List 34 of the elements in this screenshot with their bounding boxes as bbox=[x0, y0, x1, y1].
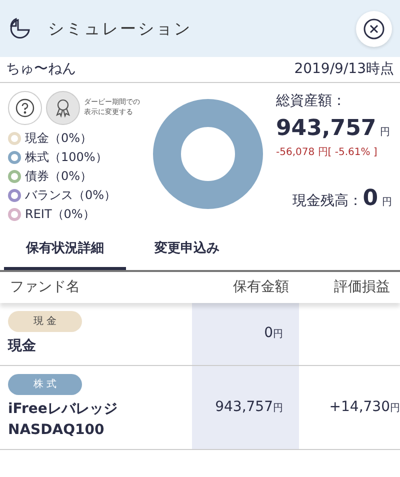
close-icon bbox=[363, 18, 385, 40]
column-header: 評価損益 bbox=[333, 278, 391, 296]
gain-amount: +14,730円 bbox=[329, 398, 400, 416]
legend-label: 現金（0%） bbox=[25, 130, 92, 147]
legend-label: REIT（0%） bbox=[25, 206, 95, 223]
total-amount: 943,757 bbox=[276, 116, 376, 141]
page-title: シミュレーション bbox=[48, 18, 192, 40]
category-tag: 現 金 bbox=[8, 310, 82, 332]
tab[interactable]: 保有状況詳細 bbox=[4, 231, 126, 270]
category-tag: 株 式 bbox=[8, 374, 82, 394]
column-header: ファンド名 bbox=[9, 278, 81, 296]
change-amount: -56,078 円[ -5.61% ] bbox=[276, 146, 378, 160]
question-icon bbox=[15, 98, 35, 118]
tab[interactable]: 変更申込み bbox=[126, 231, 248, 270]
cash-amount: 0 bbox=[362, 186, 378, 211]
fund-name: iFreeレバレッジ NASDAQ100 bbox=[8, 400, 118, 440]
cash-label: 現金残高： bbox=[292, 193, 363, 209]
rosette-icon bbox=[53, 98, 73, 118]
as-of-date: 2019/9/13時点 bbox=[294, 60, 394, 79]
user-name: ちゅ〜ねん bbox=[6, 60, 76, 79]
help-button[interactable] bbox=[8, 91, 42, 125]
legend-label: バランス（0%） bbox=[25, 187, 116, 204]
rosette-button[interactable] bbox=[46, 91, 80, 125]
holding-amount: 943,757円 bbox=[215, 398, 283, 416]
legend-label: 債券（0%） bbox=[25, 168, 92, 185]
pie-chart-icon bbox=[8, 16, 32, 40]
total-label: 総資産額： bbox=[276, 92, 347, 111]
close-button[interactable] bbox=[356, 10, 392, 46]
fund-name: 現金 bbox=[8, 336, 37, 356]
legend-label: 株式（100%） bbox=[25, 149, 108, 166]
column-header: 保有金額 bbox=[232, 278, 290, 296]
currency-unit: 円 bbox=[380, 127, 390, 138]
holding-amount: 0円 bbox=[264, 324, 283, 343]
currency-unit: 円 bbox=[382, 197, 392, 208]
